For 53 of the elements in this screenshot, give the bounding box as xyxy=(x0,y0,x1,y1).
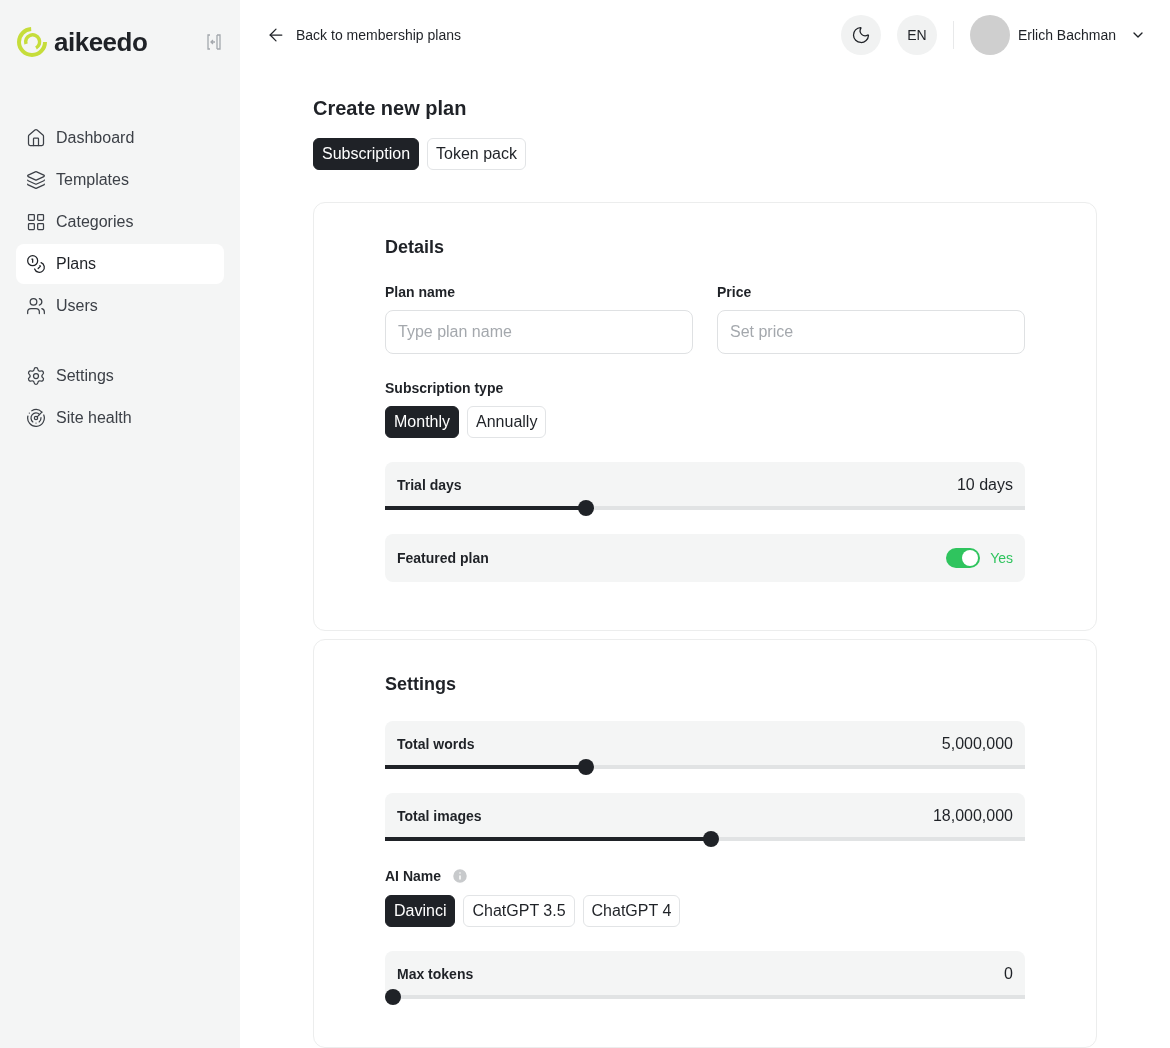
option-tab[interactable]: Monthly xyxy=(385,406,460,438)
sidebar-item[interactable]: Dashboard xyxy=(16,118,224,158)
sidebar-item[interactable]: Categories xyxy=(16,202,224,242)
option-tab[interactable]: ChatGPT 3.5 xyxy=(463,895,575,927)
slider-thumb[interactable] xyxy=(385,989,401,1005)
home-icon xyxy=(26,128,46,148)
option-tab[interactable]: Annually xyxy=(467,406,547,438)
slider-thumb[interactable] xyxy=(578,759,595,775)
coins-icon xyxy=(26,254,46,274)
back-link[interactable]: Back to membership plans xyxy=(266,24,461,45)
user-menu[interactable]: Erlich Bachman xyxy=(969,14,1146,55)
sidebar-item[interactable]: Plans xyxy=(16,244,224,284)
sidebar-item[interactable]: Site health xyxy=(16,398,224,438)
option-tab[interactable]: Subscription xyxy=(313,138,420,170)
field-label: Subscription type xyxy=(385,380,505,396)
field-label: AI Name xyxy=(385,867,1025,885)
slider-thumb[interactable] xyxy=(703,831,720,847)
option-tab[interactable]: Token pack xyxy=(427,138,526,170)
slider-value: 10 days xyxy=(956,476,1013,494)
moon-icon xyxy=(850,24,871,45)
avatar-placeholder xyxy=(969,14,1010,55)
page-title: Create new plan xyxy=(313,97,468,120)
toggle-label: Featured plan xyxy=(397,550,489,566)
slider-thumb[interactable] xyxy=(578,500,595,516)
input-field[interactable]: Set price xyxy=(717,310,1025,354)
slider-label: Total words xyxy=(397,736,475,752)
slider-value: 0 xyxy=(1004,965,1013,983)
slider-label: Max tokens xyxy=(397,966,474,982)
brand-name: aikeedo xyxy=(54,26,148,58)
slider-label: Total images xyxy=(397,808,482,824)
toggle-state: Yes xyxy=(990,550,1013,566)
sidebar-item[interactable]: Settings xyxy=(16,356,224,396)
section-title: Settings xyxy=(385,674,457,695)
signal-icon xyxy=(26,408,46,428)
slider-value: 18,000,000 xyxy=(932,807,1013,825)
slider-label: Trial days xyxy=(397,477,462,493)
sidebar-item[interactable]: Users xyxy=(16,286,224,326)
settings-icon xyxy=(26,366,46,386)
field-label: Plan name xyxy=(385,284,457,300)
language-button[interactable]: EN xyxy=(896,14,937,55)
toggle-switch[interactable] xyxy=(946,548,981,568)
slider-value: 5,000,000 xyxy=(941,735,1013,753)
logo-icon xyxy=(16,26,48,58)
section-title: Details xyxy=(385,237,446,258)
grid-icon xyxy=(26,212,46,232)
sidebar-item[interactable]: Templates xyxy=(16,160,224,200)
input-field[interactable]: Type plan name xyxy=(385,310,693,354)
users-icon xyxy=(26,296,46,316)
option-tab[interactable]: Davinci xyxy=(385,895,456,927)
option-tab[interactable]: ChatGPT 4 xyxy=(582,895,681,927)
sidebar-toggle-icon[interactable] xyxy=(206,33,224,51)
field-label: Price xyxy=(717,284,753,300)
layers-icon xyxy=(26,170,46,190)
